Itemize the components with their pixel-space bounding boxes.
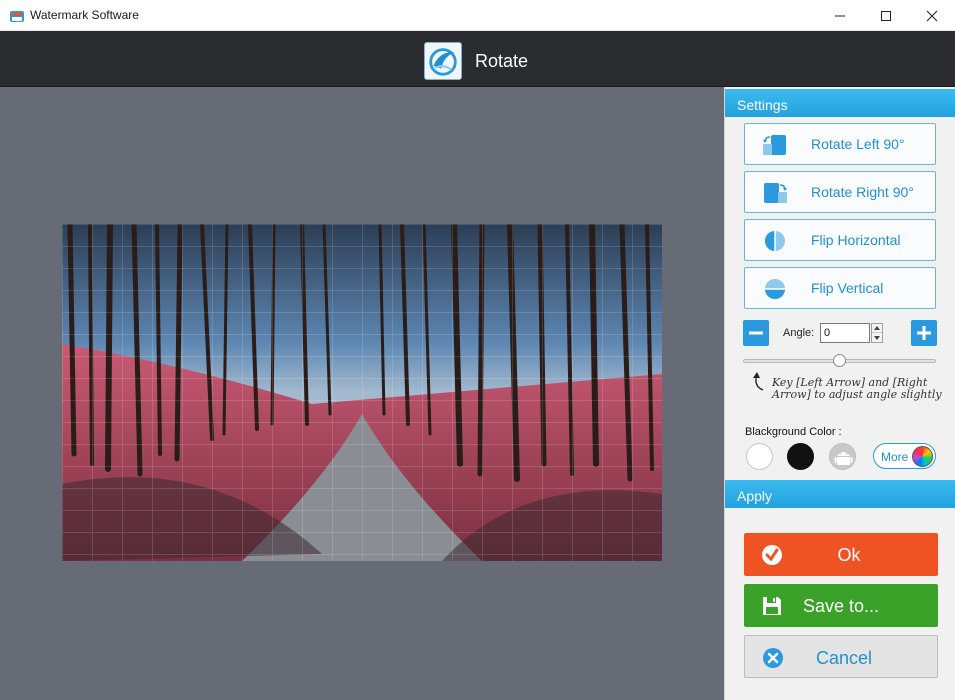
preview-image[interactable] [62, 224, 662, 561]
angle-spin-up-button[interactable] [872, 324, 882, 333]
flip-vertical-button[interactable]: Flip Vertical [744, 267, 936, 309]
flip-horizontal-button[interactable]: Flip Horizontal [744, 219, 936, 261]
tool-header: Rotate [0, 31, 955, 87]
rotate-right-label: Rotate Right 90° [811, 184, 914, 200]
rotate-left-icon [763, 135, 786, 155]
save-to-label: Save to... [802, 596, 880, 616]
angle-row: Angle: [743, 320, 938, 346]
android-icon [834, 452, 853, 465]
preview-canvas [0, 87, 724, 700]
plus-icon [917, 326, 931, 340]
angle-spin-down-button[interactable] [872, 333, 882, 342]
angle-spinner [871, 323, 883, 343]
angle-input[interactable] [820, 323, 870, 343]
flip-vertical-icon [764, 279, 786, 299]
header-title: Rotate [475, 51, 529, 71]
angle-increase-button[interactable] [911, 320, 937, 346]
close-icon [926, 10, 938, 21]
angle-decrease-button[interactable] [743, 320, 769, 346]
more-colors-label: More [881, 450, 909, 464]
window-titlebar: Watermark Software [0, 0, 955, 31]
maximize-button[interactable] [863, 0, 909, 31]
black-color-swatch[interactable] [787, 443, 814, 470]
minimize-button[interactable] [817, 0, 863, 31]
rotate-left-button[interactable]: Rotate Left 90° [744, 123, 936, 165]
rotate-right-icon [764, 183, 787, 203]
cancel-button[interactable]: Cancel [744, 635, 938, 678]
more-colors-button[interactable]: More [873, 443, 936, 469]
spin-up-icon [874, 326, 880, 330]
white-color-swatch[interactable] [746, 443, 773, 470]
flip-horizontal-label: Flip Horizontal [811, 232, 901, 248]
settings-section-header: Settings [725, 89, 955, 117]
angle-slider-thumb[interactable] [833, 354, 846, 367]
window-title: Watermark Software [30, 8, 139, 22]
rotate-right-button[interactable]: Rotate Right 90° [744, 171, 936, 213]
settings-panel: Settings Rotate Left 90° Rotate Right 90… [724, 87, 955, 700]
apply-section-header: Apply [725, 480, 955, 508]
ok-button[interactable]: Ok [744, 533, 938, 576]
ok-label: Ok [837, 545, 861, 565]
angle-hint-text: Key [Left Arrow] and [Right Arrow] to ad… [772, 376, 942, 401]
hint-arrow-icon [753, 372, 764, 391]
app-logo-icon [424, 42, 462, 80]
minus-icon [749, 331, 763, 335]
maximize-icon [881, 10, 891, 21]
flip-horizontal-icon [765, 230, 785, 252]
background-color-label: Blackground Color : [745, 426, 842, 438]
spin-down-icon [874, 335, 880, 340]
color-wheel-icon [912, 446, 933, 467]
angle-label: Angle: [783, 327, 815, 339]
cancel-label: Cancel [815, 648, 873, 668]
close-button[interactable] [909, 0, 955, 31]
minimize-icon [835, 15, 845, 16]
app-icon [10, 11, 24, 22]
transparent-color-swatch[interactable] [829, 443, 856, 470]
rotate-left-label: Rotate Left 90° [811, 136, 905, 152]
flip-vertical-label: Flip Vertical [811, 280, 884, 296]
save-to-button[interactable]: Save to... [744, 584, 938, 627]
